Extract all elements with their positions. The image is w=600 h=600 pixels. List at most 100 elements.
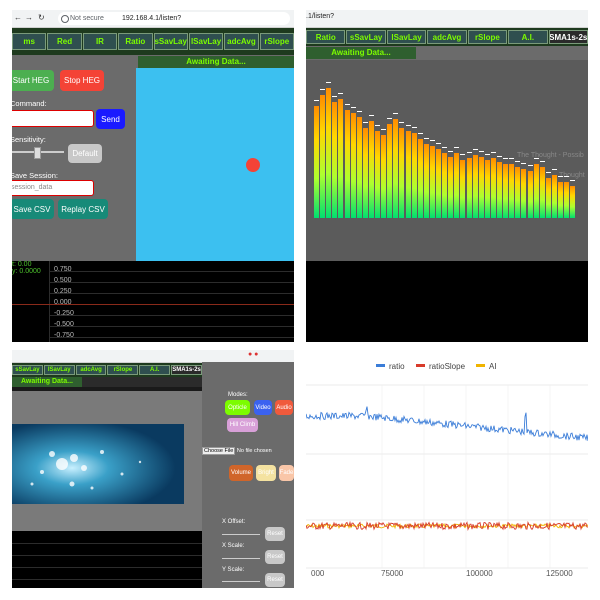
reload-icon[interactable]: ↻ <box>38 13 45 22</box>
tab-ssavlay[interactable]: sSavLay <box>153 33 188 50</box>
grid-line <box>50 282 294 283</box>
x-offset-slider[interactable] <box>222 534 260 535</box>
peak-marker <box>405 125 411 127</box>
peak-marker <box>399 121 405 123</box>
tab-ratio[interactable]: Ratio <box>118 33 153 50</box>
y-scale-slider[interactable] <box>222 581 260 582</box>
peak-marker <box>527 165 533 167</box>
peak-marker <box>326 82 332 83</box>
peak-marker <box>350 107 356 109</box>
tab-bar: Ratio sSavLay lSavLay adcAvg rSlope A.I. SMA1s… <box>306 28 588 46</box>
tab-a-i-[interactable]: A.I. <box>508 30 548 44</box>
tab-ratio[interactable]: Ratio <box>306 30 346 44</box>
tab-lsavlay[interactable]: lSavLay <box>386 30 427 44</box>
forward-icon[interactable]: → <box>25 13 33 22</box>
tab-rslope[interactable]: rSlope <box>259 33 294 50</box>
tab-lsavlay[interactable]: lSavLay <box>43 365 75 375</box>
tab-adcavg[interactable]: adcAvg <box>427 30 467 44</box>
choose-file-button[interactable]: Choose File <box>202 447 236 455</box>
tab-rslope[interactable]: rSlope <box>467 30 508 44</box>
back-icon[interactable]: ← <box>14 13 22 22</box>
y-scale-reset-button[interactable]: Reset <box>265 573 285 587</box>
tab-rslope[interactable]: rSlope <box>107 365 139 375</box>
start-heg-button[interactable]: Start HEG <box>12 70 54 91</box>
replay-csv-button[interactable]: Replay CSV <box>58 199 108 219</box>
tab-sma1s-2s[interactable]: SMA1s-2s <box>548 30 588 44</box>
default-button[interactable]: Default <box>68 144 102 163</box>
stop-heg-button[interactable]: Stop HEG <box>60 70 104 91</box>
option-button-3[interactable]: Fade <box>279 465 294 481</box>
peak-marker <box>423 137 429 139</box>
x-offset-reset-button[interactable]: Reset <box>265 527 285 541</box>
opticle-button[interactable]: Opticle <box>225 400 250 415</box>
x-scale-slider[interactable] <box>222 558 260 559</box>
ratio-bar <box>551 174 557 218</box>
send-button[interactable]: Send <box>96 109 125 129</box>
peak-marker <box>521 163 527 165</box>
audio-button[interactable]: Audio <box>275 400 293 415</box>
sensitivity-label: Sensitivity: <box>12 135 46 144</box>
tab-a-i-[interactable]: A.I. <box>139 365 171 375</box>
x-offset-label: X Offset: <box>222 519 246 525</box>
peak-marker <box>454 147 460 148</box>
session-input[interactable]: session_data <box>12 180 94 196</box>
tab-adcavg[interactable]: adcAvg <box>75 365 107 375</box>
tab-ssavlay[interactable]: sSavLay <box>346 30 386 44</box>
peak-marker <box>429 139 435 141</box>
ratio-bar <box>338 98 344 218</box>
peak-marker <box>515 161 521 163</box>
file-chooser[interactable]: Choose File No file chosen <box>202 447 294 457</box>
no-file-text: No file chosen <box>236 448 272 454</box>
ratio-bar <box>314 106 320 218</box>
ratio-bar <box>436 149 442 218</box>
address-bar[interactable]: Not secure 192.168.4.1/listen? <box>58 12 290 25</box>
save-csv-button[interactable]: Save CSV <box>12 199 54 219</box>
extension-icons: ● ● <box>248 351 259 358</box>
bottom-chart <box>12 531 202 588</box>
video-button[interactable]: Video <box>254 400 272 415</box>
heg-control-panel: ← → ↻ Not secure 192.168.4.1/listen? ms R… <box>12 10 294 342</box>
ratio-bar <box>533 163 539 218</box>
tab-ssavlay[interactable]: sSavLay <box>12 365 43 375</box>
line-chart-panel: ratio ratioSlope AI 000 75000 100000 125000 <box>306 350 588 588</box>
media-area <box>12 391 202 531</box>
tab-lsavlay[interactable]: lSavLay <box>188 33 224 50</box>
hill-climb-button[interactable]: Hill Climb <box>227 418 258 432</box>
command-input[interactable] <box>12 110 94 127</box>
y-scale-label: Y Scale: <box>222 567 245 573</box>
visual-canvas[interactable] <box>136 68 294 261</box>
x-scale-reset-button[interactable]: Reset <box>265 550 285 564</box>
ratio-bar <box>539 167 545 218</box>
option-button-2[interactable]: Bright <box>256 465 276 481</box>
ratio-bar <box>411 133 417 218</box>
bar-chart-panel: .1/listen? Ratio sSavLay lSavLay adcAvg rSlo… <box>306 10 588 342</box>
volume-button[interactable]: Volume <box>229 465 253 481</box>
ratio-bar <box>350 113 356 218</box>
peak-marker <box>466 152 472 154</box>
ratio-bar <box>381 134 387 218</box>
ratio-bar <box>490 158 496 218</box>
tab-ir[interactable]: IR <box>82 33 118 50</box>
tab-sma1s-2s[interactable]: SMA1s-2s <box>171 365 202 375</box>
tab-bar: ms Red IR Ratio sSavLay lSavLay adcAvg rSlope <box>12 28 294 55</box>
ratio-bar <box>448 156 454 218</box>
peak-marker <box>411 127 417 129</box>
ratio-bar <box>478 156 484 218</box>
ratio-bar <box>405 131 411 218</box>
ratio-bar <box>362 127 368 218</box>
security-label: Not secure <box>70 15 104 22</box>
peak-marker <box>497 156 503 158</box>
command-label: Command: <box>12 99 47 108</box>
splash-video[interactable] <box>12 424 184 504</box>
tab-ms[interactable]: ms <box>12 33 47 50</box>
status-bar: Awaiting Data... <box>138 56 294 68</box>
ratio-bar <box>484 160 490 218</box>
sensitivity-slider-thumb[interactable] <box>34 147 41 159</box>
x-scale-label: X Scale: <box>222 543 245 549</box>
tab-red[interactable]: Red <box>47 33 82 50</box>
peak-marker <box>417 132 423 134</box>
ratio-bar <box>375 131 381 218</box>
tab-adcavg[interactable]: adcAvg <box>224 33 259 50</box>
ratio-bar <box>326 88 332 218</box>
peak-marker <box>558 175 564 177</box>
